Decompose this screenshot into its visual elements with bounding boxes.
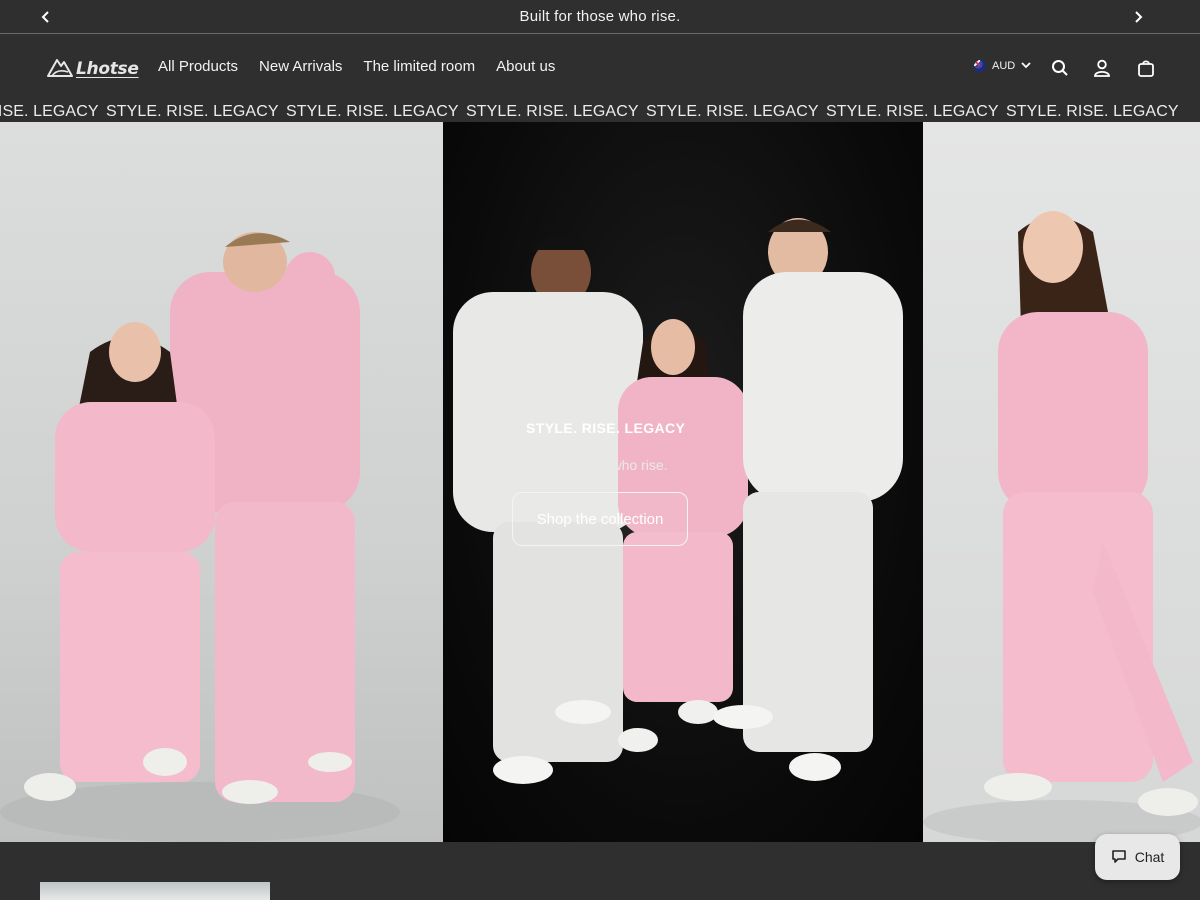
chat-button[interactable]: Chat bbox=[1095, 834, 1180, 880]
currency-selector[interactable]: AUD bbox=[974, 60, 1031, 72]
chevron-left-icon[interactable] bbox=[36, 7, 56, 27]
marquee-item: STYLE. RISE. LEGACY bbox=[826, 103, 999, 120]
hero-banner bbox=[0, 122, 1200, 842]
hero-subtitle: Built for those who rise. bbox=[522, 457, 668, 473]
nav-item-about-us[interactable]: About us bbox=[496, 58, 555, 75]
hero-title: STYLE. RISE. LEGACY bbox=[526, 420, 686, 436]
chat-bubble-icon bbox=[1111, 848, 1127, 867]
nav-item-new-arrivals[interactable]: New Arrivals bbox=[259, 58, 342, 75]
marquee-item: STYLE. RISE. LEGACY bbox=[1006, 103, 1179, 120]
hero-image-group bbox=[443, 122, 923, 842]
brand-logo[interactable]: Lhotse bbox=[46, 55, 139, 83]
marquee-banner: STYLE. RISE. LEGACY STYLE. RISE. LEGACY … bbox=[0, 101, 1200, 123]
chevron-right-icon[interactable] bbox=[1128, 7, 1148, 27]
mountain-icon bbox=[46, 56, 74, 83]
product-card-preview[interactable] bbox=[40, 882, 270, 900]
user-icon[interactable] bbox=[1091, 57, 1113, 79]
chat-label: Chat bbox=[1134, 849, 1165, 865]
shop-collection-button[interactable]: Shop the collection bbox=[512, 492, 688, 546]
nav-item-all-products[interactable]: All Products bbox=[158, 58, 238, 75]
announcement-text: Built for those who rise. bbox=[519, 8, 681, 25]
marquee-item: STYLE. RISE. LEGACY bbox=[0, 103, 99, 120]
marquee-item: STYLE. RISE. LEGACY bbox=[106, 103, 279, 120]
announcement-bar: Built for those who rise. bbox=[0, 0, 1200, 34]
marquee-item: STYLE. RISE. LEGACY bbox=[466, 103, 639, 120]
nav-item-limited-room[interactable]: The limited room bbox=[363, 58, 475, 75]
main-nav: All Products New Arrivals The limited ro… bbox=[158, 58, 555, 75]
australia-flag-icon bbox=[974, 60, 986, 72]
search-icon[interactable] bbox=[1049, 57, 1071, 79]
bag-icon[interactable] bbox=[1135, 57, 1157, 79]
chevron-down-icon bbox=[1021, 60, 1031, 72]
marquee-item: STYLE. RISE. LEGACY bbox=[646, 103, 819, 120]
marquee-item: STYLE. RISE. LEGACY bbox=[286, 103, 459, 120]
hero-image-couple bbox=[0, 122, 443, 842]
hero-image-woman bbox=[923, 122, 1200, 842]
currency-code: AUD bbox=[992, 60, 1016, 72]
site-header: Lhotse All Products New Arrivals The lim… bbox=[0, 35, 1200, 101]
brand-name: Lhotse bbox=[76, 59, 139, 79]
